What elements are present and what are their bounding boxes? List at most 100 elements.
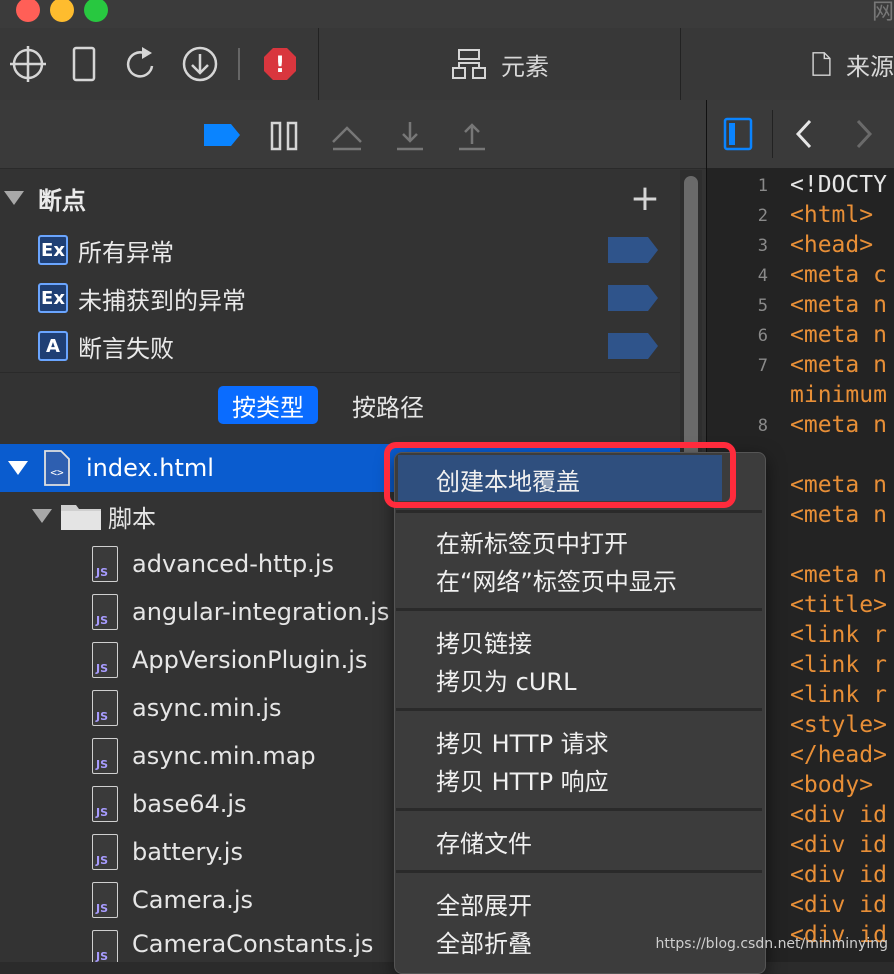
menu-item-copy-http-request[interactable]: 拷贝 HTTP 请求 (436, 724, 609, 759)
breakpoint-flag-icon[interactable] (608, 237, 658, 263)
step-out-icon[interactable] (456, 120, 488, 152)
code-line: <link r (790, 682, 887, 708)
menu-item-copy-as-curl[interactable]: 拷贝为 cURL (436, 662, 576, 697)
breakpoint-flag-icon[interactable] (608, 285, 658, 311)
document-icon (812, 52, 831, 76)
tree-file-label: battery.js (132, 838, 243, 866)
code-line: <link r (790, 652, 887, 678)
code-line: <body> (790, 772, 874, 798)
code-line: <meta c (790, 262, 887, 288)
navigator-scroll-thumb[interactable] (684, 176, 698, 476)
scope-by-path-button[interactable]: 按路径 (338, 386, 438, 424)
menu-item-show-in-network-tab[interactable]: 在“网络”标签页中显示 (436, 562, 677, 597)
js-file-icon: JS (92, 690, 118, 726)
folder-icon (61, 505, 101, 530)
tree-file-label: Camera.js (132, 886, 253, 914)
disclosure-down-icon[interactable] (6, 458, 30, 478)
breakpoints-title: 断点 (38, 186, 86, 215)
menu-separator (396, 808, 762, 811)
menu-item-save-file[interactable]: 存储文件 (436, 824, 532, 859)
js-file-icon: JS (92, 834, 118, 870)
js-file-icon: JS (92, 882, 118, 918)
menu-item-copy-http-response[interactable]: 拷贝 HTTP 响应 (436, 762, 609, 797)
code-line: <style> (790, 712, 887, 738)
tab-elements[interactable]: 元素 (318, 28, 681, 100)
code-line: <div id (790, 862, 887, 888)
code-line: <div id (790, 802, 887, 828)
disclosure-down-icon[interactable] (30, 506, 54, 526)
code-line: <meta n (790, 322, 887, 348)
breakpoint-label: 断言失败 (78, 334, 174, 363)
js-file-icon: JS (92, 642, 118, 678)
tree-folder-label: 脚本 (108, 504, 156, 533)
download-icon[interactable] (180, 44, 220, 84)
breakpoint-row[interactable]: Ex 所有异常 (0, 226, 680, 274)
crosshair-icon[interactable] (8, 44, 48, 84)
tree-file-label: angular-integration.js (132, 598, 390, 626)
breakpoint-row[interactable]: Ex 未捕获到的异常 (0, 274, 680, 322)
line-number: 7 (757, 356, 768, 376)
tab-sources-label: 来源 (846, 52, 894, 81)
exception-badge-icon: Ex (38, 235, 68, 265)
tree-file-label: CameraConstants.js (132, 930, 374, 958)
tree-file-label: base64.js (132, 790, 247, 818)
disclosure-down-icon[interactable] (2, 188, 26, 208)
annotation-highlight-box (384, 442, 736, 508)
menu-separator (396, 608, 762, 611)
code-line: <meta n (790, 292, 887, 318)
line-number: 1 (757, 176, 768, 196)
menu-separator (396, 708, 762, 711)
title-bar: 网 (0, 0, 894, 28)
watermark: https://blog.csdn.net/minminying (655, 936, 889, 952)
breakpoints-header[interactable]: 断点 + (0, 174, 680, 222)
js-file-icon: JS (92, 546, 118, 582)
js-file-icon: JS (92, 786, 118, 822)
step-over-icon[interactable] (330, 120, 364, 152)
code-line: <meta n (790, 472, 887, 498)
elements-icon (452, 49, 486, 79)
html-file-icon: <> (44, 450, 70, 486)
line-number: 2 (757, 206, 768, 226)
line-number: 3 (757, 236, 768, 256)
menu-separator (396, 510, 762, 513)
line-number: 4 (757, 266, 768, 286)
back-chevron-icon[interactable] (790, 118, 818, 150)
tab-sources[interactable]: 来源 (680, 28, 894, 100)
menu-separator (396, 870, 762, 873)
sidebar-toggle-icon[interactable] (722, 116, 754, 152)
code-line: <div id (790, 832, 887, 858)
close-window-button[interactable] (16, 0, 40, 22)
js-file-icon: JS (92, 738, 118, 774)
scope-by-type-button[interactable]: 按类型 (218, 386, 318, 424)
step-into-icon[interactable] (394, 120, 426, 152)
tree-file-label: advanced-http.js (132, 550, 334, 578)
device-icon[interactable] (64, 44, 104, 84)
breakpoint-row[interactable]: A 断言失败 (0, 322, 680, 370)
menu-item-expand-all[interactable]: 全部展开 (436, 886, 532, 921)
code-line: <meta n (790, 562, 887, 588)
zoom-window-button[interactable] (84, 0, 108, 22)
menu-item-open-in-new-tab[interactable]: 在新标签页中打开 (436, 524, 628, 559)
js-file-icon: JS (92, 594, 118, 630)
tree-root-label: index.html (86, 454, 214, 482)
forward-chevron-icon[interactable] (850, 118, 878, 150)
tree-file-label: async.min.js (132, 694, 282, 722)
code-line: <meta n (790, 502, 887, 528)
menu-item-collapse-all[interactable]: 全部折叠 (436, 924, 532, 959)
editor-toolbar-divider (772, 110, 773, 158)
minimize-window-button[interactable] (50, 0, 74, 22)
stop-icon[interactable]: ! (260, 44, 300, 84)
code-line: <meta n (790, 412, 887, 438)
tab-elements-label: 元素 (501, 52, 549, 81)
tree-file-label: AppVersionPlugin.js (132, 646, 368, 674)
breakpoint-flag-icon[interactable] (608, 333, 658, 359)
line-number: 6 (757, 326, 768, 346)
reload-icon[interactable] (120, 44, 160, 84)
exception-badge-icon: Ex (38, 283, 68, 313)
code-line: <head> (790, 232, 874, 258)
pause-icon[interactable] (268, 120, 300, 152)
menu-item-copy-link[interactable]: 拷贝链接 (436, 624, 532, 659)
code-line: <title> (790, 592, 887, 618)
svg-text:!: ! (275, 53, 285, 78)
add-breakpoint-button[interactable]: + (630, 178, 660, 219)
